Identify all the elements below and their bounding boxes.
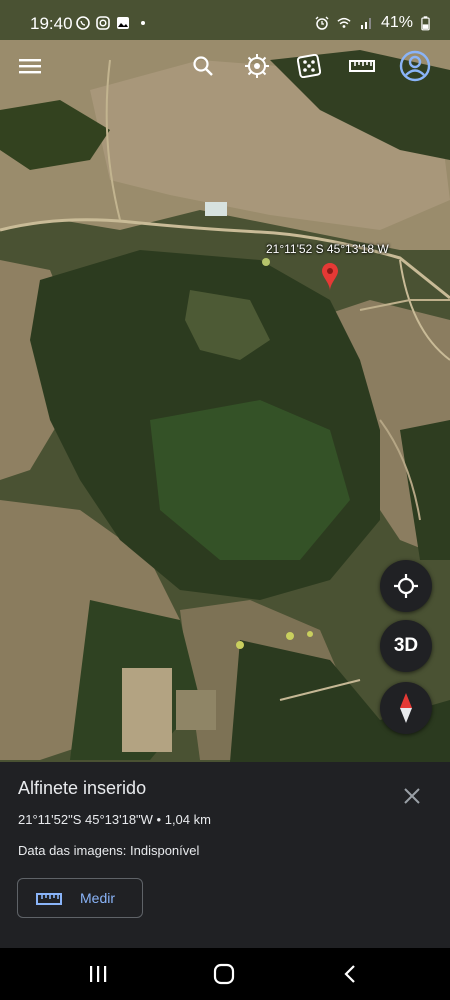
back-icon: [344, 965, 355, 983]
toggle-3d-button[interactable]: 3D: [380, 620, 432, 672]
wifi-icon: [337, 17, 351, 28]
voyager-icon: [245, 54, 269, 78]
menu-icon: [19, 59, 41, 74]
alarm-icon: [315, 16, 329, 30]
ruler-icon: [349, 60, 375, 72]
compass-icon: [400, 693, 412, 723]
my-location-icon: [394, 574, 418, 598]
place-info-sheet: Alfinete inserido 21°11'52"S 45°13'18"W …: [0, 762, 450, 948]
home-icon: [213, 963, 235, 985]
measure-toolbar-button[interactable]: [344, 48, 380, 84]
whatsapp-icon: [76, 16, 90, 30]
instagram-icon: [96, 16, 110, 30]
pin-coordinates: 21°11'52"S 45°13'18"W • 1,04 km: [18, 812, 211, 827]
sheet-title: Alfinete inserido: [18, 778, 147, 798]
random-dice-icon: [297, 54, 321, 78]
battery-icon: [421, 15, 430, 30]
notification-icons: [76, 16, 150, 30]
ruler-icon: [36, 893, 62, 905]
status-time: 19:40: [30, 14, 73, 33]
recent-apps-icon: [90, 966, 107, 982]
menu-button[interactable]: [12, 48, 48, 84]
battery-percent: 41%: [380, 14, 413, 31]
search-button[interactable]: [185, 48, 221, 84]
random-button[interactable]: [291, 48, 327, 84]
system-nav-bar: [0, 948, 450, 1000]
search-icon: [193, 56, 213, 76]
gallery-icon: [117, 17, 129, 29]
close-icon[interactable]: [402, 786, 422, 806]
measure-button[interactable]: Medir: [17, 878, 143, 918]
measure-label: Medir: [80, 890, 116, 906]
recent-apps-button[interactable]: [78, 960, 118, 988]
account-button[interactable]: [397, 48, 433, 84]
home-button[interactable]: [204, 960, 244, 988]
status-bar: 19:40 41%: [0, 0, 450, 48]
back-button[interactable]: [330, 960, 370, 988]
compass-button[interactable]: [380, 682, 432, 734]
pin-coordinates-label: 21°11'52 S 45°13'18 W: [266, 242, 389, 256]
map-toolbar: [0, 48, 450, 88]
imagery-date: Data das imagens: Indisponível: [18, 843, 200, 858]
dot-icon: [141, 21, 145, 25]
system-icons: 41%: [315, 14, 430, 32]
map-pin-icon[interactable]: [321, 262, 339, 292]
my-location-button[interactable]: [380, 560, 432, 612]
signal-icon: [360, 18, 371, 29]
account-icon: [399, 50, 431, 82]
voyager-button[interactable]: [239, 48, 275, 84]
